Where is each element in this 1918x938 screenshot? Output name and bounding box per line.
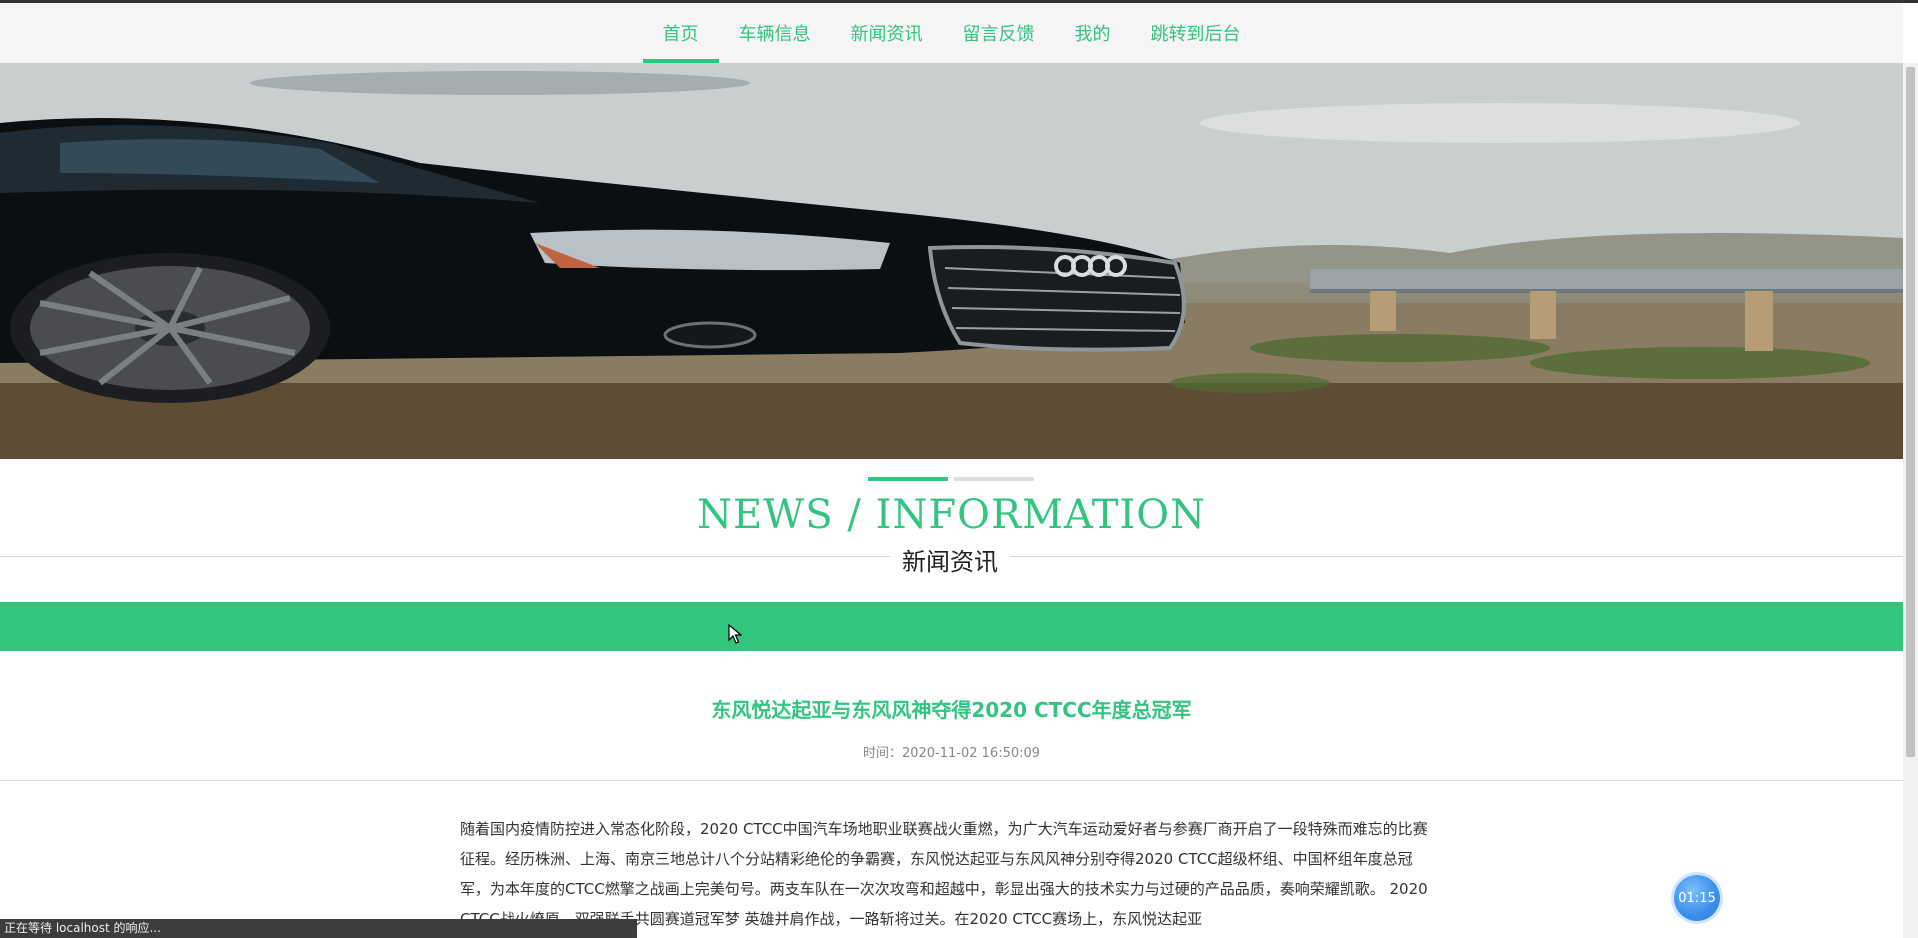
page-scrollbar[interactable] <box>1903 63 1918 938</box>
nav-item-vehicles[interactable]: 车辆信息 <box>719 3 831 63</box>
main-nav: 首页 车辆信息 新闻资讯 留言反馈 我的 跳转到后台 <box>0 3 1903 63</box>
scrollbar-thumb[interactable] <box>1906 67 1915 757</box>
carousel-dot-2[interactable] <box>954 477 1034 481</box>
article-time-value: 2020-11-02 16:50:09 <box>901 746 1041 761</box>
article-body: 随着国内疫情防控进入常态化阶段，2020 CTCC中国汽车场地职业联赛战火重燃，… <box>460 820 1428 928</box>
nav-item-mine[interactable]: 我的 <box>1055 3 1131 63</box>
nav-item-home[interactable]: 首页 <box>642 3 719 63</box>
carousel-indicators <box>868 477 1034 481</box>
carousel-dot-1[interactable] <box>868 477 948 481</box>
article-divider <box>0 780 1903 781</box>
nav-item-admin[interactable]: 跳转到后台 <box>1131 3 1261 63</box>
page: 首页 车辆信息 新闻资讯 留言反馈 我的 跳转到后台 NEWS / INFORM… <box>0 0 1918 938</box>
article-time: 时间：2020-11-02 16:50:09 <box>0 742 1903 761</box>
nav-item-feedback[interactable]: 留言反馈 <box>943 3 1055 63</box>
section-title-en: NEWS / INFORMATION <box>696 492 1206 538</box>
arrow-cursor-icon <box>728 624 742 644</box>
browser-status-bar: 正在等待 localhost 的响应... <box>0 919 637 938</box>
article-time-label: 时间： <box>862 746 902 761</box>
banner-carousel[interactable] <box>0 63 1903 459</box>
green-band <box>0 602 1903 651</box>
timer-badge[interactable]: 01:15 <box>1674 875 1720 921</box>
banner-car-image <box>0 63 1903 459</box>
section-title-cn: 新闻资讯 <box>890 542 1010 577</box>
nav-item-news[interactable]: 新闻资讯 <box>831 3 943 63</box>
article-title: 东风悦达起亚与东风风神夺得2020 CTCC年度总冠军 <box>711 698 1192 722</box>
